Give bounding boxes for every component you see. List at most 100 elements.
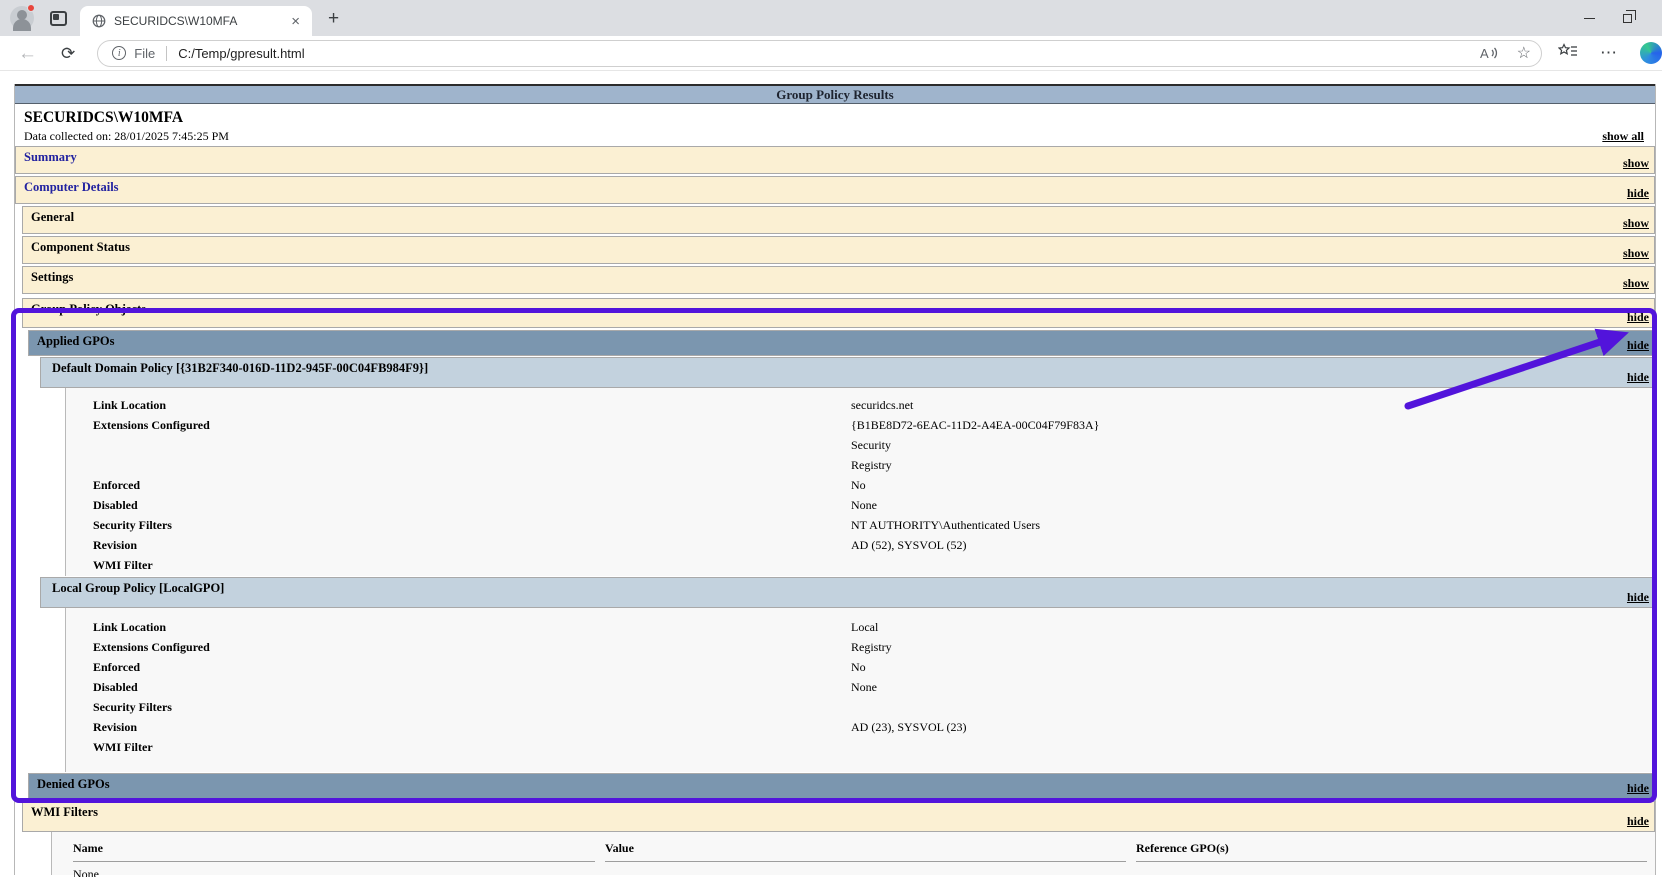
more-options-icon[interactable]: ⋯ — [1600, 43, 1618, 63]
component-status-toggle-link[interactable]: show — [1623, 246, 1649, 261]
back-icon[interactable]: ← — [10, 44, 45, 63]
read-aloud-icon[interactable]: A — [1479, 45, 1499, 61]
table-cell: None — [73, 867, 99, 877]
browser-extra-icon[interactable] — [1640, 42, 1662, 64]
detail-value: No — [851, 478, 866, 492]
summary-toggle-link[interactable]: show — [1623, 156, 1649, 171]
section-title: Default Domain Policy [{31B2F340-016D-11… — [52, 361, 429, 375]
section-title: Computer Details — [24, 180, 119, 194]
section-denied-gpos: Denied GPOs hide — [28, 773, 1655, 799]
detail-label: Security Filters — [93, 700, 172, 714]
section-local-group-policy: Local Group Policy [LocalGPO] hide — [40, 577, 1655, 608]
gpresult-report: Group Policy Results SECURIDCS\W10MFA Da… — [14, 84, 1656, 877]
ddp-toggle-link[interactable]: hide — [1627, 370, 1649, 385]
wmi-filters-table: Name Value Reference GPO(s) None — [51, 832, 1655, 877]
local-gpo-toggle-link[interactable]: hide — [1627, 590, 1649, 605]
detail-value: NT AUTHORITY\Authenticated Users — [851, 518, 1041, 532]
detail-value: AD (52), SYSVOL (52) — [851, 538, 967, 552]
gpo-toggle-link[interactable]: hide — [1627, 310, 1649, 325]
computer-details-toggle-link[interactable]: hide — [1627, 186, 1649, 201]
url-scheme-label: File — [134, 45, 156, 61]
detail-row: Revision AD (52), SYSVOL (52) — [66, 535, 1655, 555]
applied-gpos-toggle-link[interactable]: hide — [1627, 338, 1649, 353]
detail-row: Extensions Configured {B1BE8D72-6EAC-11D… — [66, 415, 1655, 475]
browser-tab-strip: SECURIDCS\W10MFA × + — [0, 0, 1662, 36]
column-header-name: Name — [73, 841, 595, 862]
detail-row: Security Filters — [66, 697, 1655, 717]
detail-value: Security — [851, 438, 891, 452]
ddp-details: Link Location securidcs.net Extensions C… — [65, 388, 1655, 576]
detail-row: Link Location Local — [66, 617, 1655, 637]
section-title: Settings — [31, 270, 74, 284]
section-title: Component Status — [31, 240, 130, 254]
detail-row: Revision AD (23), SYSVOL (23) — [66, 717, 1655, 737]
report-title: Group Policy Results — [776, 87, 894, 102]
general-toggle-link[interactable]: show — [1623, 216, 1649, 231]
section-applied-gpos: Applied GPOs hide — [28, 330, 1655, 356]
detail-value: securidcs.net — [851, 398, 914, 412]
settings-toggle-link[interactable]: show — [1623, 276, 1649, 291]
detail-row: Disabled None — [66, 495, 1655, 515]
address-bar[interactable]: i File C:/Temp/gpresult.html A ☆ — [97, 39, 1542, 67]
detail-label: Extensions Configured — [93, 640, 210, 654]
detail-label: Enforced — [93, 660, 141, 674]
new-tab-icon[interactable]: + — [322, 8, 345, 30]
detail-row: Enforced No — [66, 657, 1655, 677]
report-banner: Group Policy Results — [15, 84, 1655, 104]
section-general: General show — [22, 206, 1655, 234]
detail-value: Registry — [851, 640, 892, 654]
detail-value: None — [851, 498, 877, 512]
section-title: Applied GPOs — [37, 334, 115, 348]
section-component-status: Component Status show — [22, 236, 1655, 264]
favorite-star-icon[interactable]: ☆ — [1517, 43, 1531, 63]
denied-gpos-toggle-link[interactable]: hide — [1627, 781, 1649, 796]
section-default-domain-policy: Default Domain Policy [{31B2F340-016D-11… — [40, 357, 1655, 388]
show-all-link[interactable]: show all — [1602, 129, 1649, 144]
browser-toolbar: ← ⟳ i File C:/Temp/gpresult.html A ☆ ⋯ — [0, 36, 1662, 71]
detail-row: Disabled None — [66, 677, 1655, 697]
browser-tab[interactable]: SECURIDCS\W10MFA × — [80, 6, 312, 36]
detail-label: Extensions Configured — [93, 418, 210, 432]
section-group-policy-objects: Group Policy Objects hide — [22, 298, 1655, 328]
column-header-reference-gpos: Reference GPO(s) — [1136, 841, 1647, 862]
detail-value: {B1BE8D72-6EAC-11D2-A4EA-00C04F79F83A} — [851, 418, 1100, 432]
detail-label: Link Location — [93, 398, 167, 412]
section-title: Group Policy Objects — [31, 302, 147, 316]
detail-label: Enforced — [93, 478, 141, 492]
detail-row: Enforced No — [66, 475, 1655, 495]
url-divider — [166, 45, 168, 61]
detail-row: Extensions Configured Registry — [66, 637, 1655, 657]
section-title: General — [31, 210, 75, 224]
detail-label: WMI Filter — [93, 558, 153, 572]
section-title: Summary — [24, 150, 77, 164]
section-computer-details: Computer Details hide — [15, 176, 1655, 204]
detail-label: Revision — [93, 720, 138, 734]
detail-label: Revision — [93, 538, 138, 552]
data-collected-text: Data collected on: 28/01/2025 7:45:25 PM — [24, 129, 229, 143]
tab-actions-icon[interactable] — [50, 10, 67, 26]
restore-window-icon[interactable] — [1623, 10, 1636, 23]
page-info-icon[interactable]: i — [112, 46, 127, 60]
notification-dot — [27, 4, 35, 12]
reload-icon[interactable]: ⟳ — [53, 45, 83, 62]
section-title: WMI Filters — [31, 805, 98, 819]
section-summary: Summary show — [15, 146, 1655, 174]
detail-value: AD (23), SYSVOL (23) — [851, 720, 967, 734]
table-header-row: Name Value Reference GPO(s) — [52, 841, 1655, 862]
detail-row: Security Filters NT AUTHORITY\Authentica… — [66, 515, 1655, 535]
detail-row: Link Location securidcs.net — [66, 395, 1655, 415]
tab-title: SECURIDCS\W10MFA — [114, 14, 238, 28]
detail-value: Local — [851, 620, 879, 634]
wmi-filters-toggle-link[interactable]: hide — [1627, 814, 1649, 829]
detail-row: WMI Filter — [66, 555, 1655, 575]
svg-text:A: A — [1480, 46, 1489, 61]
detail-value: No — [851, 660, 866, 674]
table-row: None — [52, 867, 1655, 877]
favorites-bar-icon[interactable] — [1557, 42, 1578, 64]
column-header-value: Value — [605, 841, 1126, 862]
url-text[interactable]: C:/Temp/gpresult.html — [178, 46, 1460, 61]
section-wmi-filters: WMI Filters hide — [22, 801, 1655, 832]
minimize-icon[interactable] — [1584, 17, 1595, 19]
close-tab-icon[interactable]: × — [287, 12, 304, 31]
detail-label: Disabled — [93, 680, 138, 694]
